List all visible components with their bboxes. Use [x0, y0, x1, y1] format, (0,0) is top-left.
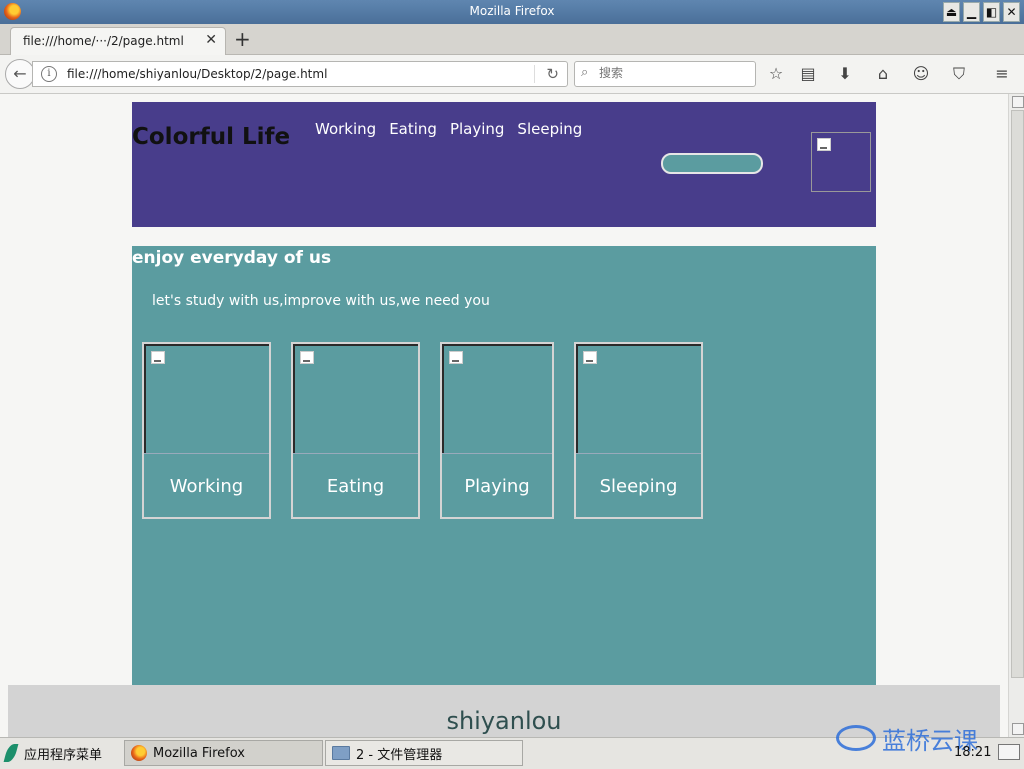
card-label: Working: [144, 453, 269, 517]
card-label: Playing: [442, 453, 552, 517]
info-icon[interactable]: i: [41, 66, 57, 82]
nav-link-eating[interactable]: Eating: [389, 120, 437, 138]
tab-strip: file:///home/···/2/page.html ✕ +: [0, 24, 1024, 55]
site-logo: Colorful Life: [132, 124, 291, 150]
home-icon[interactable]: ⌂: [872, 63, 894, 85]
minimize-icon[interactable]: ▁: [963, 2, 980, 22]
reading-list-icon[interactable]: ▤: [797, 63, 819, 85]
search-box[interactable]: ⌕: [574, 61, 756, 87]
back-button[interactable]: ←: [5, 59, 35, 89]
search-input[interactable]: [597, 65, 751, 81]
card-playing[interactable]: Playing: [440, 342, 554, 519]
task-label: 2 - 文件管理器: [356, 747, 443, 763]
site-nav: Working Eating Playing Sleeping: [315, 120, 582, 138]
broken-image-icon: [151, 351, 165, 364]
star-icon[interactable]: ☆: [765, 63, 787, 85]
task-label: Mozilla Firefox: [153, 745, 245, 761]
app-menu-leaf-icon: [3, 744, 19, 762]
tab-close-icon[interactable]: ✕: [205, 32, 217, 48]
pocket-icon[interactable]: ⛉: [948, 63, 970, 85]
window-title: Mozilla Firefox: [469, 4, 555, 18]
scroll-up-icon[interactable]: [1012, 96, 1024, 108]
vertical-scrollbar[interactable]: [1008, 94, 1024, 737]
emoji-icon[interactable]: ☺: [910, 63, 932, 85]
broken-image-icon: [449, 351, 463, 364]
tab-label: file:///home/···/2/page.html: [23, 34, 184, 48]
keyboard-icon[interactable]: [998, 744, 1020, 760]
page-viewport: Colorful Life Working Eating Playing Sle…: [0, 94, 1008, 737]
broken-image-icon: [583, 351, 597, 364]
card-image: [576, 344, 701, 453]
url-separator: [534, 65, 535, 83]
section-subtitle: let's study with us,improve with us,we n…: [152, 293, 490, 309]
avatar: [811, 132, 871, 192]
applications-menu-label: 应用程序菜单: [24, 747, 103, 763]
menu-icon[interactable]: ≡: [991, 63, 1013, 85]
site-search-input[interactable]: [661, 153, 763, 174]
section-title: enjoy everyday of us: [132, 248, 332, 268]
scroll-down-icon[interactable]: [1012, 723, 1024, 735]
task-firefox[interactable]: Mozilla Firefox: [124, 740, 323, 766]
window-controls: ⏏ ▁ ◧ ✕: [943, 2, 1020, 22]
clock: 18:21: [954, 745, 992, 760]
search-icon: ⌕: [581, 65, 589, 80]
scrollbar-thumb[interactable]: [1011, 110, 1024, 678]
taskbar: 应用程序菜单 Mozilla Firefox 2 - 文件管理器 蓝桥云课 18…: [0, 725, 1024, 769]
nav-link-working[interactable]: Working: [315, 120, 376, 138]
download-icon[interactable]: ⬇: [834, 63, 856, 85]
maximize-icon[interactable]: ◧: [983, 2, 1000, 22]
card-working[interactable]: Working: [142, 342, 271, 519]
broken-image-icon: [817, 138, 831, 151]
shade-icon[interactable]: ⏏: [943, 2, 960, 22]
broken-image-icon: [300, 351, 314, 364]
cloud-logo-icon: [836, 725, 876, 751]
card-image: [144, 344, 269, 453]
card-image: [293, 344, 418, 453]
main-section: enjoy everyday of us let's study with us…: [132, 246, 876, 685]
folder-icon: [332, 746, 350, 760]
reload-icon[interactable]: ↻: [546, 65, 559, 83]
firefox-icon: [131, 745, 147, 761]
card-label: Sleeping: [576, 453, 701, 517]
applications-menu-button[interactable]: 应用程序菜单: [3, 741, 103, 765]
url-bar[interactable]: i file:///home/shiyanlou/Desktop/2/page.…: [32, 61, 568, 87]
new-tab-button[interactable]: +: [234, 28, 251, 50]
nav-toolbar: ← i file:///home/shiyanlou/Desktop/2/pag…: [0, 55, 1024, 94]
card-eating[interactable]: Eating: [291, 342, 420, 519]
card-sleeping[interactable]: Sleeping: [574, 342, 703, 519]
tab-page-html[interactable]: file:///home/···/2/page.html ✕: [10, 27, 226, 55]
close-icon[interactable]: ✕: [1003, 2, 1020, 22]
url-text[interactable]: file:///home/shiyanlou/Desktop/2/page.ht…: [67, 67, 327, 81]
task-file-manager[interactable]: 2 - 文件管理器: [325, 740, 523, 766]
card-image: [442, 344, 552, 453]
nav-link-playing[interactable]: Playing: [450, 120, 504, 138]
back-arrow-icon: ←: [13, 64, 27, 83]
window-titlebar: Mozilla Firefox ⏏ ▁ ◧ ✕: [0, 0, 1024, 24]
nav-link-sleeping[interactable]: Sleeping: [517, 120, 582, 138]
card-label: Eating: [293, 453, 418, 517]
site-header: Colorful Life Working Eating Playing Sle…: [132, 102, 876, 227]
